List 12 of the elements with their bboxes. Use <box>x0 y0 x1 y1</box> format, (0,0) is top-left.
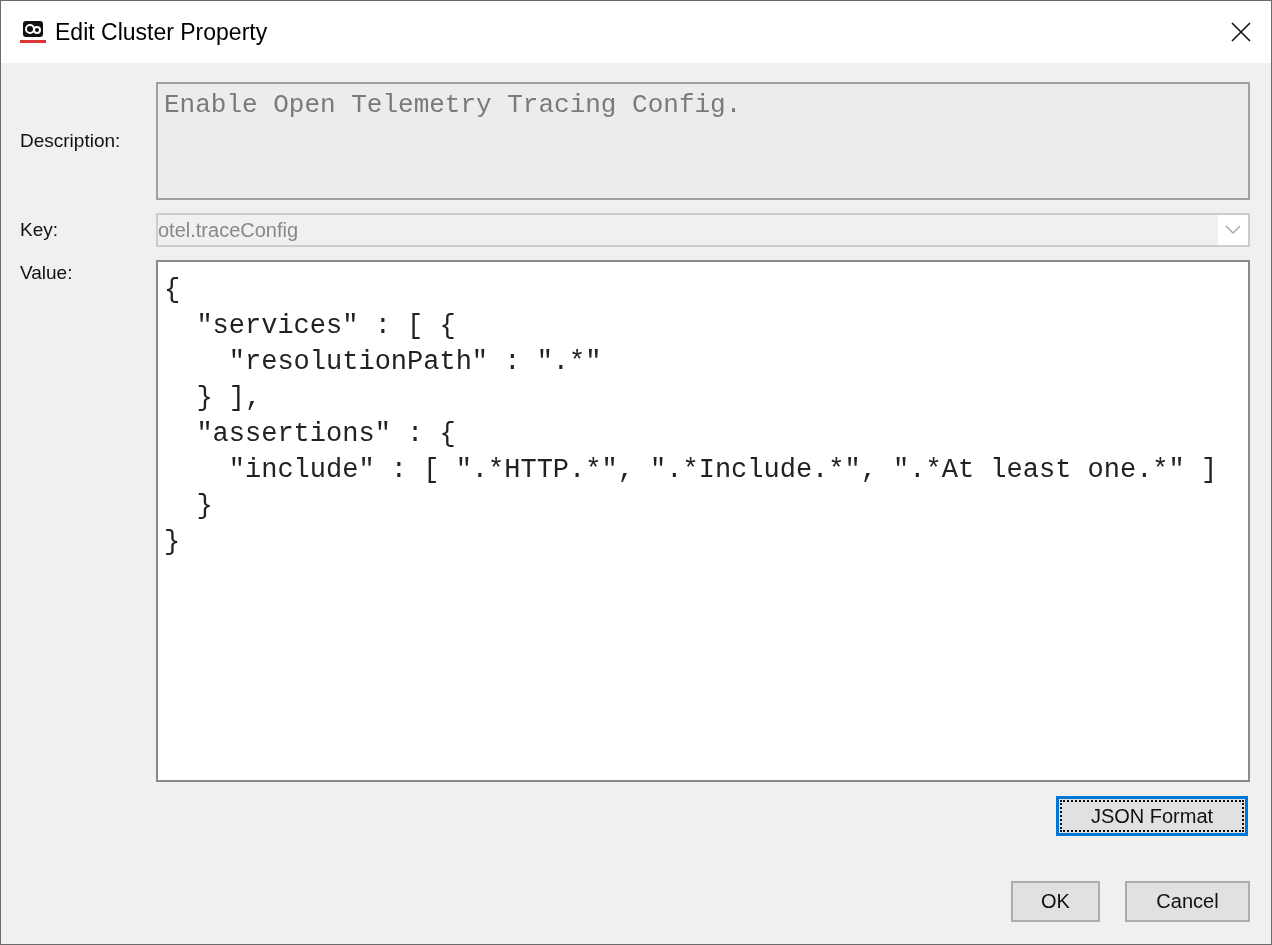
cancel-button[interactable]: Cancel <box>1125 881 1250 922</box>
value-editor[interactable]: { "services" : [ { "resolutionPath" : ".*" } ], "assertions" : { "include" : [ ".*HTTP.*", ".*Include.*", ".*At least one.*" ] } } <box>156 260 1250 782</box>
window-title: Edit Cluster Property <box>55 18 269 46</box>
field-label: Description: <box>20 130 122 152</box>
ok-button[interactable]: OK <box>1011 881 1100 922</box>
chevron-down-icon <box>1225 225 1241 235</box>
description-field[interactable]: Enable Open Telemetry Tracing Config. <box>156 82 1250 200</box>
json-format-button[interactable]: JSON Format <box>1056 796 1248 836</box>
close-icon[interactable] <box>1231 22 1251 42</box>
field-label: Key: <box>20 219 60 241</box>
logo-icon <box>19 20 47 44</box>
field-label: Value: <box>20 262 74 284</box>
